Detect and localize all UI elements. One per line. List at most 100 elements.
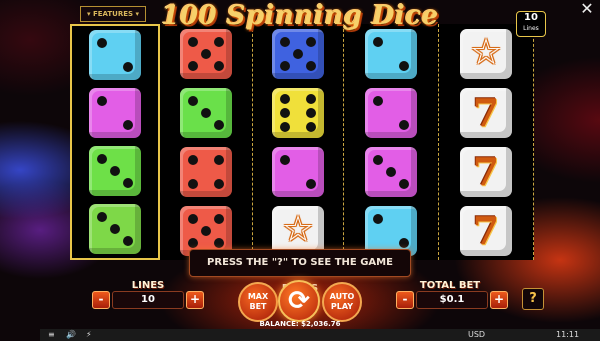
- die-symbol: [365, 146, 417, 197]
- die-pip: [110, 166, 120, 176]
- die-pip: [214, 178, 224, 189]
- die-pip: [280, 60, 290, 71]
- die-pip: [306, 36, 316, 47]
- die-pip: [399, 119, 409, 130]
- die-pip: [214, 213, 224, 224]
- die-pip: [214, 36, 224, 47]
- die-pip: [214, 154, 224, 165]
- seven-icon: 7: [460, 87, 512, 138]
- die-pip: [123, 120, 133, 130]
- features-label: FEATURES: [92, 10, 134, 18]
- max-bet-button[interactable]: MAX BET: [238, 282, 278, 322]
- die-symbol: [365, 87, 417, 138]
- die-pip: [280, 93, 290, 104]
- die-pip: [201, 48, 211, 59]
- die-pip: [188, 154, 198, 165]
- seven-icon: 7: [460, 205, 512, 256]
- clock: 11:11: [556, 330, 580, 339]
- close-icon[interactable]: ✕: [578, 0, 596, 18]
- die-symbol: [89, 88, 141, 138]
- die-pip: [214, 60, 224, 71]
- auto-play-button[interactable]: AUTO PLAY: [322, 282, 362, 322]
- die-symbol: [180, 146, 232, 197]
- lines-value: 10: [112, 291, 184, 309]
- bet-minus-button[interactable]: -: [396, 291, 414, 309]
- bet-plus-button[interactable]: +: [490, 291, 508, 309]
- die-pip: [306, 60, 316, 71]
- die-pip: [188, 95, 198, 106]
- die-pip: [399, 178, 409, 189]
- reel-4: [344, 24, 438, 260]
- seven-icon: 7: [460, 146, 512, 197]
- die-pip: [201, 107, 211, 118]
- turbo-icon[interactable]: ⚡: [86, 329, 92, 341]
- total-bet-value: $0.1: [416, 291, 488, 309]
- sound-icon[interactable]: 🔊: [66, 329, 76, 341]
- reel-3: ☆: [252, 24, 344, 260]
- die-pip: [306, 93, 316, 104]
- spin-button[interactable]: ⟳: [278, 280, 320, 322]
- die-pip: [97, 212, 107, 222]
- die-symbol: [365, 28, 417, 79]
- die-pip: [280, 121, 290, 132]
- die-pip: [123, 178, 133, 188]
- die-pip: [373, 154, 383, 165]
- lines-plus-button[interactable]: +: [186, 291, 204, 309]
- lines-minus-button[interactable]: -: [92, 291, 110, 309]
- balance: BALANCE: $2,036.76: [259, 320, 341, 328]
- die-pip: [306, 107, 316, 118]
- currency: USD: [468, 330, 486, 339]
- features-button[interactable]: ▾ FEATURES ▾: [80, 6, 146, 22]
- die-pip: [123, 236, 133, 246]
- lines-badge: 10 Lines: [516, 11, 546, 37]
- die-symbol: [180, 28, 232, 79]
- die-pip: [123, 62, 133, 72]
- die-pip: [373, 95, 383, 106]
- star-icon: ☆: [460, 28, 512, 79]
- die-pip: [306, 121, 316, 132]
- die-pip: [214, 119, 224, 130]
- die-pip: [280, 107, 290, 118]
- die-pip: [293, 48, 303, 59]
- die-pip: [201, 225, 211, 236]
- die-pip: [386, 166, 396, 177]
- die-pip: [306, 178, 316, 189]
- game-title: 100 Spinning Dice: [161, 1, 439, 31]
- reel-1: [70, 24, 160, 260]
- die-pip: [188, 178, 198, 189]
- die-pip: [280, 154, 290, 165]
- die-pip: [97, 38, 107, 48]
- die-pip: [188, 237, 198, 248]
- die-pip: [188, 60, 198, 71]
- status-bar: ≡ 🔊 ⚡ USD 11:11: [40, 329, 600, 341]
- game-stage: ☆ ☆ 7 7 7 ▾ FEATURES ▾ 100 Spinning Dice 10 …: [0, 0, 600, 341]
- die-symbol: [180, 87, 232, 138]
- die-symbol: [365, 205, 417, 256]
- die-pip: [214, 237, 224, 248]
- die-symbol: [272, 28, 324, 79]
- reel-2: [160, 24, 252, 260]
- die-symbol: [272, 87, 324, 138]
- seven-glyph: 7: [472, 207, 500, 253]
- die-symbol: [180, 205, 232, 256]
- die-symbol: [89, 146, 141, 196]
- reels-area: ☆ ☆ 7 7 7: [70, 24, 540, 260]
- help-button[interactable]: ?: [522, 288, 544, 310]
- die-pip: [373, 213, 383, 224]
- star-icon: ☆: [272, 205, 324, 256]
- menu-icon[interactable]: ≡: [48, 329, 55, 341]
- die-pip: [399, 237, 409, 248]
- reel-5: ☆ 7 7 7: [438, 24, 534, 260]
- die-pip: [110, 224, 120, 234]
- die-pip: [188, 36, 198, 47]
- die-symbol: [272, 146, 324, 197]
- die-pip: [188, 213, 198, 224]
- lines-badge-label: Lines: [523, 25, 539, 32]
- rules-banner: PRESS THE "?" TO SEE THE GAME RULES: [189, 249, 411, 294]
- lines-badge-value: 10: [524, 12, 538, 23]
- die-symbol: [89, 30, 141, 80]
- seven-glyph: 7: [472, 148, 500, 194]
- die-pip: [97, 96, 107, 106]
- die-pip: [373, 36, 383, 47]
- die-symbol: [89, 204, 141, 254]
